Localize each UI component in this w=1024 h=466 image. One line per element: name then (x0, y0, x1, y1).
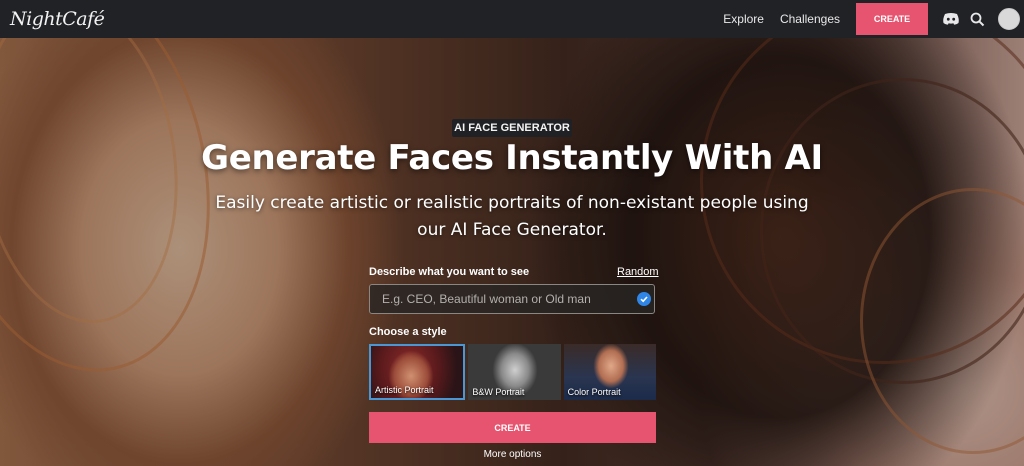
random-prompt-link[interactable]: Random (617, 266, 659, 278)
page-title: Generate Faces Instantly With AI (201, 138, 823, 178)
header-create-button[interactable]: CREATE (856, 3, 928, 35)
prompt-input[interactable] (369, 284, 655, 314)
style-option-label: Color Portrait (567, 387, 621, 397)
search-icon[interactable] (966, 8, 988, 30)
style-selector: Artistic Portrait B&W Portrait Color Por… (369, 344, 656, 400)
style-option-label: B&W Portrait (472, 387, 525, 397)
prompt-label: Describe what you want to see (369, 266, 530, 278)
create-button[interactable]: CREATE (369, 412, 656, 443)
more-options-link[interactable]: More options (369, 449, 656, 460)
hero-dark-overlay (0, 38, 1024, 466)
page-subtitle: Easily create artistic or realistic port… (215, 193, 809, 240)
style-option-color-portrait[interactable]: Color Portrait (563, 344, 656, 400)
nav-explore-link[interactable]: Explore (723, 12, 764, 26)
style-option-label: Artistic Portrait (375, 385, 434, 395)
style-label: Choose a style (369, 326, 447, 338)
discord-icon[interactable] (940, 8, 962, 30)
user-avatar[interactable] (998, 8, 1020, 30)
nav-challenges-link[interactable]: Challenges (780, 12, 840, 26)
check-icon (637, 292, 651, 306)
nav-menu: Explore Challenges CREATE (723, 0, 1024, 38)
style-option-artistic-portrait[interactable]: Artistic Portrait (369, 344, 466, 400)
style-option-bw-portrait[interactable]: B&W Portrait (468, 344, 561, 400)
top-navigation-bar: NightCafé Explore Challenges CREATE (0, 0, 1024, 38)
hero-section (0, 38, 1024, 466)
nightcafe-logo[interactable]: NightCafé (10, 8, 105, 30)
feature-badge: AI FACE GENERATOR (452, 119, 572, 137)
